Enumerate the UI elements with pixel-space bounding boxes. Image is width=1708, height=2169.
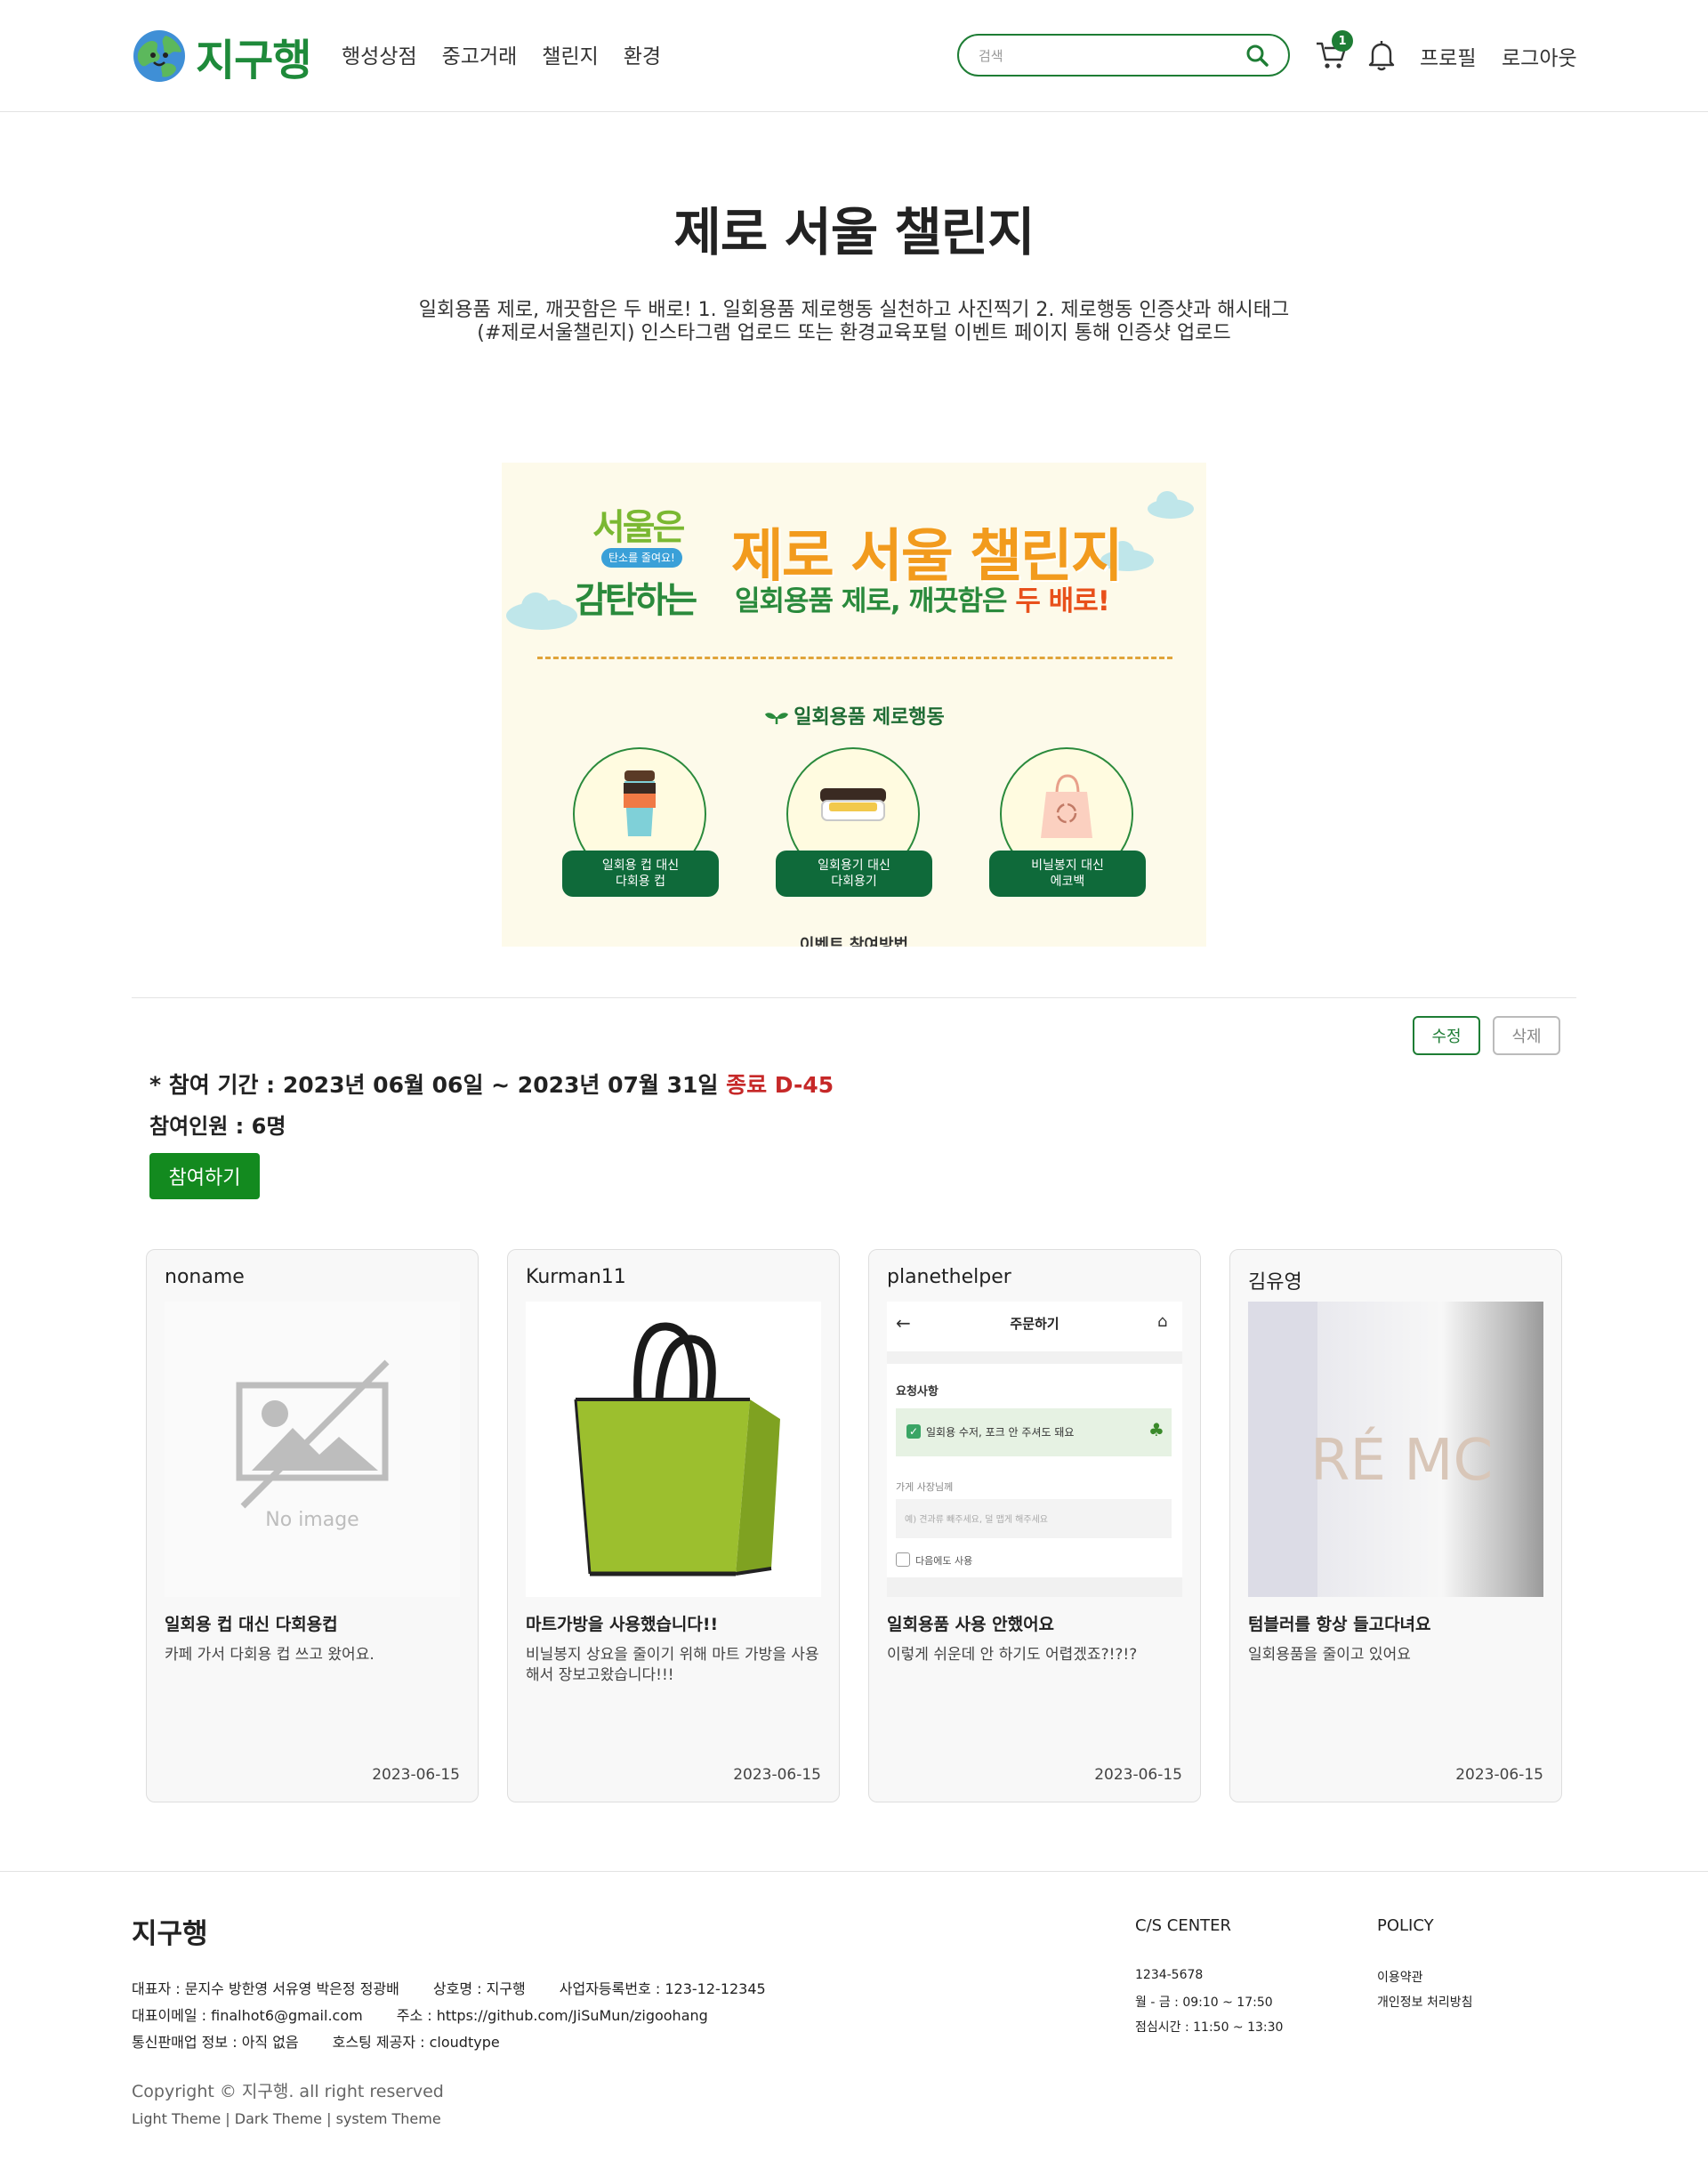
svg-text:No image: No image [265,1509,359,1531]
sprout-icon [765,713,789,724]
card-body: 카페 가서 다회용 컵 쓰고 왔어요. [165,1646,375,1664]
footer-contact-info: 대표이메일 : finalhot6@gmail.com 주소 : https://… [132,2007,708,2024]
policy-title: POLICY [1377,1916,1434,1935]
footer-copyright: Copyright © 지구행. all right reserved [132,2082,444,2101]
globe-icon [133,30,185,82]
nav-challenge[interactable]: 챌린지 [542,39,598,69]
card-date: 2023-06-15 [733,1766,821,1784]
nav-used-trade[interactable]: 중고거래 [442,39,518,69]
banner-item-cup: 일회용 컵 대신 다회용 컵 [562,747,719,899]
banner-item-label: 일회용 컵 대신 다회용 컵 [562,851,719,897]
banner-subtitle: 일회용품 제로, 깨끗함은 두 배로! [735,585,1110,617]
terms-link[interactable]: 이용약관 [1377,1968,1423,1986]
main-nav: 행성상점 중고거래 챌린지 환경 [342,39,661,69]
edit-button[interactable]: 수정 [1413,1016,1480,1055]
site-footer: 지구행 대표자 : 문지수 방한영 서유영 박은정 정광배 상호명 : 지구행 사업… [0,1871,1708,2169]
challenge-banner: 서울은 탄소를 줄여요! 감탄하는 제로 서울 챌린지 일회용품 제로, 깨끗함… [502,463,1206,947]
site-header: 지구행 행성상점 중고거래 챌린지 환경 1 프로필 로그아웃 [0,0,1708,112]
search-icon [1246,44,1269,67]
banner-item-ecobag: 비닐봉지 대신 에코백 [989,747,1146,899]
cs-center-title: C/S CENTER [1135,1916,1232,1935]
reusable-container-icon [820,788,886,821]
card-body: 일회용품을 줄이고 있어요 [1248,1646,1411,1664]
participation-period: * 참여 기간 : 2023년 06월 06일 ~ 2023년 07월 31일 … [149,1072,834,1098]
card-username: Kurman11 [526,1266,626,1288]
cs-hours: 월 - 금 : 09:10 ~ 17:50 [1135,1996,1273,2010]
search-box [957,34,1290,77]
privacy-policy-link[interactable]: 개인정보 처리방침 [1377,1993,1473,2011]
site-logo[interactable]: 지구행 [132,28,311,85]
card-username: noname [165,1266,245,1288]
certification-card[interactable]: 김유영 RÉ MC 텀블러를 항상 들고다녀요 일회용품을 줄이고 있어요 20… [1229,1249,1562,1802]
card-username: 김유영 [1248,1271,1302,1294]
search-button[interactable] [1242,42,1272,69]
certification-card[interactable]: noname No image 일회용 컵 대신 다회용컵 카페 가서 다회용 … [146,1249,479,1802]
section-divider [132,997,1576,998]
card-image-placeholder: No image [165,1302,460,1597]
certification-card[interactable]: planethelper ← 주문하기 ⌂ 요청사항 ✓ 일회용 수저, 포크 … [868,1249,1201,1802]
cloud-icon [1148,491,1194,519]
footer-hosting-info: 통신판매업 정보 : 아직 없음 호스팅 제공자 : cloudtype [132,2034,500,2051]
home-icon: ⌂ [1157,1312,1168,1331]
challenge-description: 일회용품 제로, 깨끗함은 두 배로! 1. 일회용품 제로행동 실천하고 사진… [418,299,1290,344]
logout-link[interactable]: 로그아웃 [1502,41,1577,71]
green-bag-image [526,1302,821,1597]
card-image: ← 주문하기 ⌂ 요청사항 ✓ 일회용 수저, 포크 안 주셔도 돼요 ♣ 가게… [887,1302,1182,1597]
tumbler-image: RÉ MC [1248,1302,1543,1597]
footer-brand: 지구행 [132,1918,208,1950]
delete-button[interactable]: 삭제 [1493,1016,1560,1055]
profile-link[interactable]: 프로필 [1420,41,1476,71]
cs-lunch: 점심시간 : 11:50 ~ 13:30 [1135,2020,1284,2035]
banner-divider [537,657,1172,659]
card-title: 일회용 컵 대신 다회용컵 [165,1615,338,1634]
no-image-icon: No image [165,1302,460,1597]
search-input[interactable] [979,46,1237,66]
card-image: RÉ MC [1248,1302,1543,1597]
logo-text: 지구행 [196,36,311,85]
join-button[interactable]: 참여하기 [149,1153,260,1199]
card-body: 이렇게 쉬운데 안 하기도 어렵겠죠?!?!? [887,1646,1138,1664]
card-date: 2023-06-15 [1094,1766,1182,1784]
svg-text:RÉ MC: RÉ MC [1310,1426,1493,1494]
cs-phone: 1234-5678 [1135,1968,1204,1982]
card-body: 비닐봉지 상요을 줄이기 위해 마트 가방을 사용해서 장보고왔습니다!!! [526,1646,819,1684]
reusable-cup-icon [624,770,656,836]
checkbox-icon [896,1552,910,1567]
ecobag-icon [1041,774,1092,838]
banner-more-text: 이벤트 참여방법 [799,936,909,947]
card-username: planethelper [887,1266,1011,1288]
card-date: 2023-06-15 [372,1766,460,1784]
nav-planet-store[interactable]: 행성상점 [342,39,417,69]
deadline-status: 종료 D-45 [726,1072,834,1098]
banner-item-container: 일회용기 대신 다회용기 [776,747,932,899]
cart-count-badge: 1 [1332,30,1353,52]
bell-icon[interactable] [1368,39,1395,71]
card-title: 텀블러를 항상 들고다녀요 [1248,1615,1431,1634]
page-title: 제로 서울 챌린지 [673,202,1035,262]
card-image [526,1302,821,1597]
seoul-slogan-logo: 서울은 탄소를 줄여요! 감탄하는 [575,507,697,621]
banner-item-label: 비닐봉지 대신 에코백 [989,851,1146,897]
plant-icon: ♣ [1148,1419,1164,1440]
participant-count: 참여인원 : 6명 [149,1114,286,1139]
card-date: 2023-06-15 [1455,1766,1543,1784]
certification-card[interactable]: Kurman11 마트가방을 사용했습니다!! 비닐봉지 상요을 줄이기 위해 … [507,1249,840,1802]
footer-company-info: 대표자 : 문지수 방한영 서유영 박은정 정광배 상호명 : 지구행 사업자등록번… [132,1980,766,1997]
theme-switcher[interactable]: Light Theme | Dark Theme | system Theme [132,2110,441,2127]
card-title: 마트가방을 사용했습니다!! [526,1615,719,1634]
banner-item-label: 일회용기 대신 다회용기 [776,851,932,897]
banner-section-title: 일회용품 제로행동 [502,701,1206,730]
cloud-icon [506,593,577,630]
checkbox-checked-icon: ✓ [906,1424,921,1439]
nav-environment[interactable]: 환경 [624,39,661,69]
card-title: 일회용품 사용 안했어요 [887,1615,1055,1634]
